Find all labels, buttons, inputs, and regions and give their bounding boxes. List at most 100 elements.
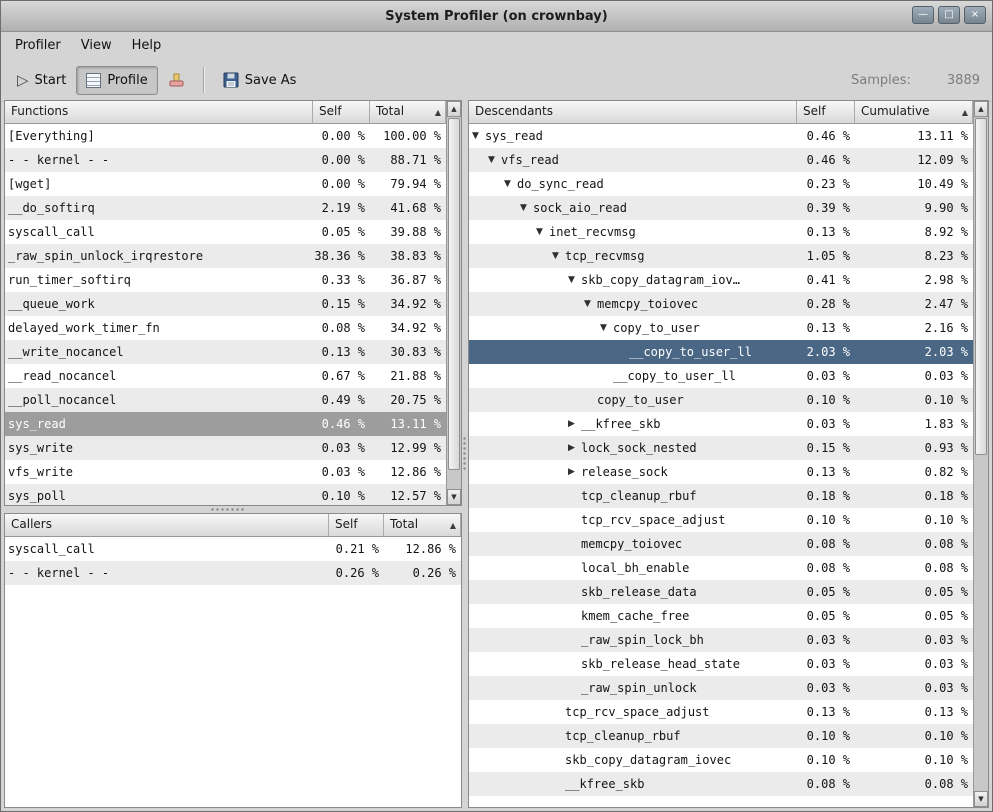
function-row[interactable]: __queue_work0.15 %34.92 %	[5, 292, 446, 316]
descendant-row[interactable]: tcp_rcv_space_adjust0.10 %0.10 %	[469, 508, 973, 532]
reset-button[interactable]	[158, 65, 195, 96]
descendant-row[interactable]: copy_to_user0.10 %0.10 %	[469, 388, 973, 412]
descendant-row[interactable]: ▼skb_copy_datagram_iov…0.41 %2.98 %	[469, 268, 973, 292]
function-row[interactable]: __poll_nocancel0.49 %20.75 %	[5, 388, 446, 412]
expander-open-icon[interactable]: ▼	[472, 124, 485, 148]
descendant-row[interactable]: tcp_rcv_space_adjust0.13 %0.13 %	[469, 700, 973, 724]
column-header-descendants[interactable]: Descendants	[469, 101, 797, 124]
descendant-row[interactable]: ▼tcp_recvmsg1.05 %8.23 %	[469, 244, 973, 268]
expander-open-icon[interactable]: ▼	[552, 244, 565, 268]
function-row[interactable]: _raw_spin_unlock_irqrestore38.36 %38.83 …	[5, 244, 446, 268]
scrollbar-thumb[interactable]	[975, 118, 987, 455]
function-row[interactable]: run_timer_softirq0.33 %36.87 %	[5, 268, 446, 292]
expander-open-icon[interactable]: ▼	[600, 316, 613, 340]
descendant-row[interactable]: ▼sock_aio_read0.39 %9.90 %	[469, 196, 973, 220]
maximize-button[interactable]: □	[938, 6, 960, 24]
function-row[interactable]: syscall_call0.05 %39.88 %	[5, 220, 446, 244]
scroll-down-icon[interactable]: ▼	[447, 489, 461, 505]
function-row[interactable]: [wget]0.00 %79.94 %	[5, 172, 446, 196]
column-header-total[interactable]: Total ▲	[384, 514, 461, 537]
descendant-row[interactable]: _raw_spin_lock_bh0.03 %0.03 %	[469, 628, 973, 652]
descendant-row[interactable]: _raw_spin_unlock0.03 %0.03 %	[469, 676, 973, 700]
caller-row[interactable]: - - kernel - -0.26 %0.26 %	[5, 561, 461, 585]
caller-row[interactable]: syscall_call0.21 %12.86 %	[5, 537, 461, 561]
descendant-row[interactable]: ▶__kfree_skb0.03 %1.83 %	[469, 412, 973, 436]
menu-profiler[interactable]: Profiler	[5, 34, 71, 57]
column-header-functions[interactable]: Functions	[5, 101, 313, 124]
samples-label: Samples:	[851, 73, 911, 88]
descendant-row[interactable]: skb_copy_datagram_iovec0.10 %0.10 %	[469, 748, 973, 772]
column-header-total[interactable]: Total ▲	[370, 101, 446, 124]
titlebar[interactable]: System Profiler (on crownbay) — □ ×	[1, 1, 992, 32]
descendant-row[interactable]: tcp_cleanup_rbuf0.10 %0.10 %	[469, 724, 973, 748]
cell-total: 79.94 %	[370, 172, 446, 196]
cell-function-name: skb_copy_datagram_iovec	[469, 748, 797, 772]
descendant-row[interactable]: tcp_cleanup_rbuf0.18 %0.18 %	[469, 484, 973, 508]
descendant-row[interactable]: ▼sys_read0.46 %13.11 %	[469, 124, 973, 148]
expander-open-icon[interactable]: ▼	[584, 292, 597, 316]
cell-self: 0.03 %	[797, 676, 855, 700]
cell-total: 20.75 %	[370, 388, 446, 412]
function-row[interactable]: __write_nocancel0.13 %30.83 %	[5, 340, 446, 364]
descendant-row[interactable]: ▼copy_to_user0.13 %2.16 %	[469, 316, 973, 340]
function-row[interactable]: __read_nocancel0.67 %21.88 %	[5, 364, 446, 388]
column-header-self[interactable]: Self	[313, 101, 370, 124]
menu-help[interactable]: Help	[122, 34, 172, 57]
cell-function-name: ▼memcpy_toiovec	[469, 292, 797, 316]
function-row[interactable]: sys_poll0.10 %12.57 %	[5, 484, 446, 505]
save-as-button[interactable]: Save As	[213, 65, 307, 95]
descendant-row[interactable]: __copy_to_user_ll0.03 %0.03 %	[469, 364, 973, 388]
scrollbar-thumb[interactable]	[448, 118, 460, 470]
descendant-row[interactable]: ▼inet_recvmsg0.13 %8.92 %	[469, 220, 973, 244]
column-header-self[interactable]: Self	[329, 514, 384, 537]
descendant-row[interactable]: ▶lock_sock_nested0.15 %0.93 %	[469, 436, 973, 460]
function-row[interactable]: vfs_write0.03 %12.86 %	[5, 460, 446, 484]
pane-splitter-horizontal[interactable]	[4, 506, 462, 513]
expander-open-icon[interactable]: ▼	[504, 172, 517, 196]
menu-view[interactable]: View	[71, 34, 122, 57]
descendant-row[interactable]: ▶release_sock0.13 %0.82 %	[469, 460, 973, 484]
function-row[interactable]: - - kernel - -0.00 %88.71 %	[5, 148, 446, 172]
expander-open-icon[interactable]: ▼	[536, 220, 549, 244]
descendant-row[interactable]: kmem_cache_free0.05 %0.05 %	[469, 604, 973, 628]
start-button-label: Start	[35, 73, 67, 88]
expander-open-icon[interactable]: ▼	[488, 148, 501, 172]
cell-cumulative: 0.08 %	[855, 772, 973, 796]
function-row[interactable]: sys_read0.46 %13.11 %	[5, 412, 446, 436]
scroll-up-icon[interactable]: ▲	[974, 101, 988, 117]
function-row[interactable]: __do_softirq2.19 %41.68 %	[5, 196, 446, 220]
functions-scrollbar[interactable]: ▲ ▼	[446, 101, 461, 505]
scroll-up-icon[interactable]: ▲	[447, 101, 461, 117]
descendant-row[interactable]: __copy_to_user_ll2.03 %2.03 %	[469, 340, 973, 364]
expander-open-icon[interactable]: ▼	[568, 268, 581, 292]
descendant-row[interactable]: skb_release_data0.05 %0.05 %	[469, 580, 973, 604]
expander-closed-icon[interactable]: ▶	[568, 436, 581, 460]
column-header-callers[interactable]: Callers	[5, 514, 329, 537]
cell-self: 0.00 %	[313, 172, 370, 196]
descendant-row[interactable]: local_bh_enable0.08 %0.08 %	[469, 556, 973, 580]
descendant-row[interactable]: ▼do_sync_read0.23 %10.49 %	[469, 172, 973, 196]
function-row[interactable]: sys_write0.03 %12.99 %	[5, 436, 446, 460]
save-icon	[223, 72, 239, 88]
descendant-row[interactable]	[469, 796, 973, 807]
function-row[interactable]: delayed_work_timer_fn0.08 %34.92 %	[5, 316, 446, 340]
expander-closed-icon[interactable]: ▶	[568, 412, 581, 436]
descendants-scrollbar[interactable]: ▲ ▼	[973, 101, 988, 807]
profile-button[interactable]: Profile	[76, 66, 157, 95]
expander-open-icon[interactable]: ▼	[520, 196, 533, 220]
column-header-self[interactable]: Self	[797, 101, 855, 124]
column-header-cumulative[interactable]: Cumulative ▲	[855, 101, 973, 124]
descendant-row[interactable]: ▼memcpy_toiovec0.28 %2.47 %	[469, 292, 973, 316]
cell-function-name: __do_softirq	[5, 196, 313, 220]
descendant-row[interactable]: skb_release_head_state0.03 %0.03 %	[469, 652, 973, 676]
descendant-row[interactable]: ▼vfs_read0.46 %12.09 %	[469, 148, 973, 172]
minimize-button[interactable]: —	[912, 6, 934, 24]
function-row[interactable]: [Everything]0.00 %100.00 %	[5, 124, 446, 148]
expander-closed-icon[interactable]: ▶	[568, 460, 581, 484]
descendant-row[interactable]: __kfree_skb0.08 %0.08 %	[469, 772, 973, 796]
close-button[interactable]: ×	[964, 6, 986, 24]
cell-cumulative: 8.92 %	[855, 220, 973, 244]
scroll-down-icon[interactable]: ▼	[974, 791, 988, 807]
start-button[interactable]: ▷ Start	[7, 66, 76, 95]
descendant-row[interactable]: memcpy_toiovec0.08 %0.08 %	[469, 532, 973, 556]
